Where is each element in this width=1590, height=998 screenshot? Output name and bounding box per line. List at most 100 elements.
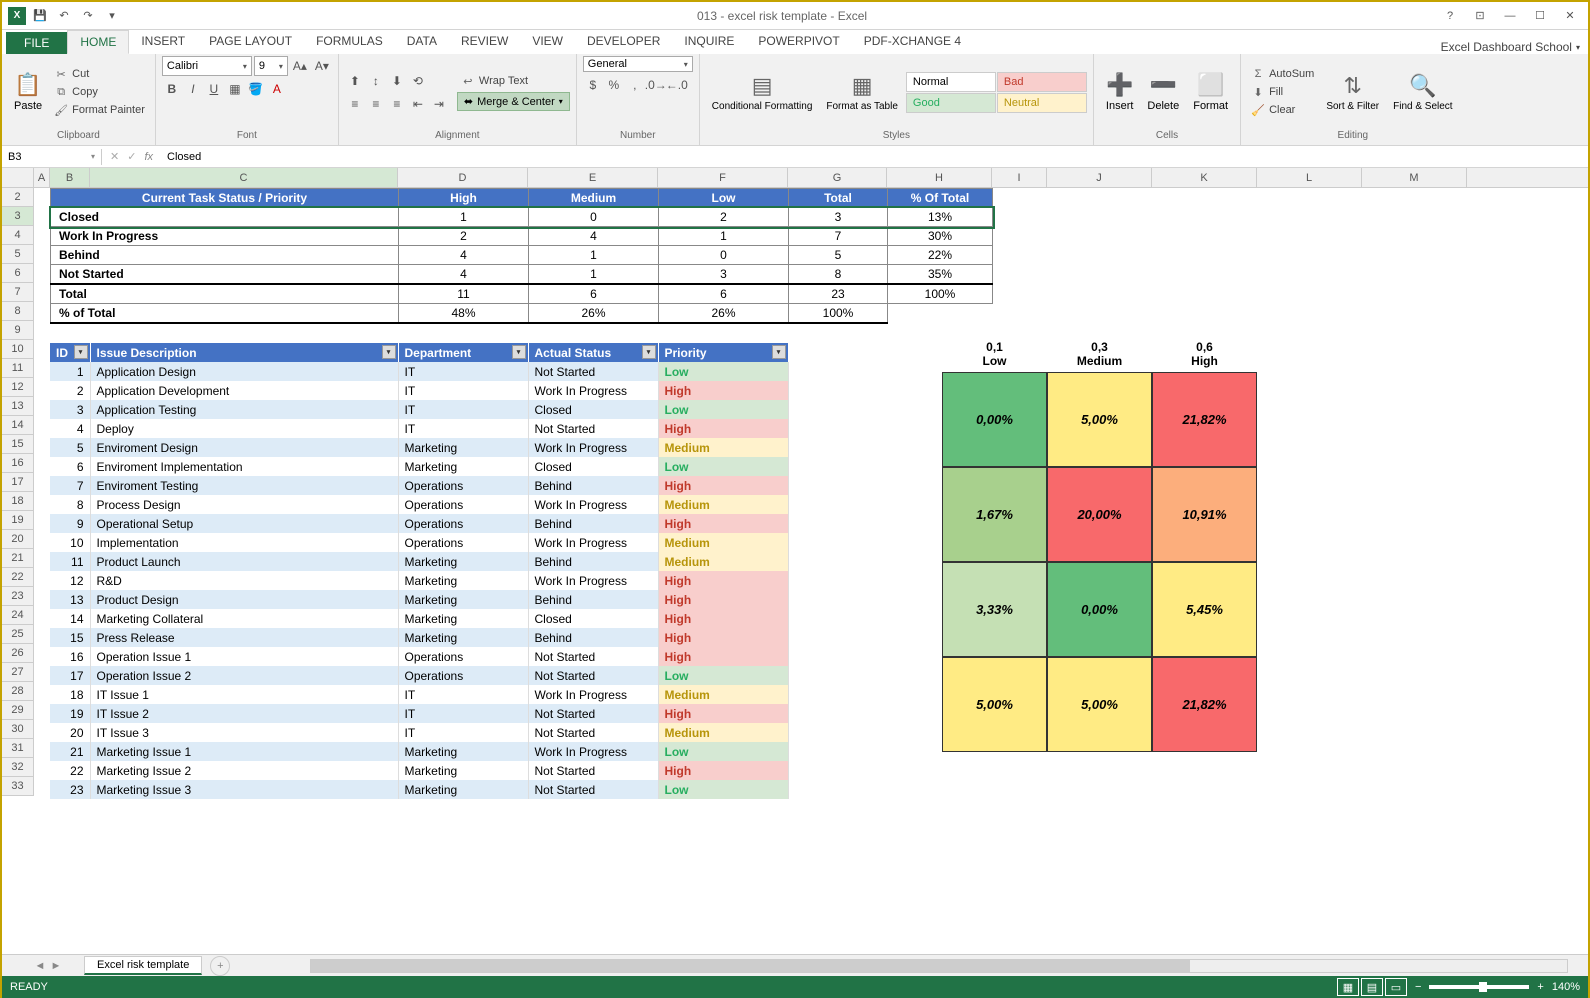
row-header-32[interactable]: 32	[2, 758, 34, 777]
issue-dept[interactable]: Marketing	[398, 457, 528, 476]
issue-priority[interactable]: Low	[658, 666, 788, 685]
issue-status[interactable]: Behind	[528, 476, 658, 495]
issue-status[interactable]: Work In Progress	[528, 742, 658, 761]
issue-priority[interactable]: Low	[658, 742, 788, 761]
col-header-K[interactable]: K	[1152, 168, 1257, 187]
borders-button[interactable]: ▦	[225, 79, 245, 99]
risk-cell[interactable]: 5,00%	[942, 657, 1047, 752]
ribbon-options-button[interactable]: ⊡	[1466, 6, 1494, 26]
issue-status[interactable]: Not Started	[528, 723, 658, 742]
row-header-20[interactable]: 20	[2, 530, 34, 549]
zoom-out-button[interactable]: −	[1415, 981, 1421, 993]
ribbon-tab-view[interactable]: VIEW	[520, 30, 575, 54]
formula-input[interactable]: Closed	[161, 149, 1588, 165]
worksheet-grid[interactable]: ABCDEFGHIJKLM 23456789101112131415161718…	[2, 168, 1588, 954]
row-header-4[interactable]: 4	[2, 226, 34, 245]
issue-dept[interactable]: IT	[398, 362, 528, 381]
status-cell[interactable]: Behind	[51, 246, 399, 265]
row-header-33[interactable]: 33	[2, 777, 34, 796]
issue-priority[interactable]: High	[658, 704, 788, 723]
issue-id[interactable]: 4	[50, 419, 90, 438]
issue-id[interactable]: 3	[50, 400, 90, 419]
close-button[interactable]: ✕	[1556, 6, 1584, 26]
col-header-B[interactable]: B	[50, 168, 90, 187]
issue-desc[interactable]: Enviroment Implementation	[90, 457, 398, 476]
enter-formula-icon[interactable]: ✓	[127, 150, 136, 163]
issue-priority[interactable]: High	[658, 381, 788, 400]
underline-button[interactable]: U	[204, 79, 224, 99]
cut-button[interactable]: ✂Cut	[50, 66, 149, 82]
sort-filter-button[interactable]: ⇅Sort & Filter	[1320, 59, 1385, 125]
col-header-J[interactable]: J	[1047, 168, 1152, 187]
clear-button[interactable]: 🧹Clear	[1247, 102, 1318, 118]
row-header-8[interactable]: 8	[2, 302, 34, 321]
cell-styles-gallery[interactable]: Normal Bad Good Neutral	[906, 72, 1087, 113]
row-header-3[interactable]: 3	[2, 207, 34, 226]
orientation-button[interactable]: ⟲	[408, 71, 428, 91]
find-select-button[interactable]: 🔍Find & Select	[1387, 59, 1458, 125]
accounting-format-button[interactable]: $	[583, 75, 603, 95]
qat-more-button[interactable]: ▾	[102, 6, 122, 26]
issue-status[interactable]: Not Started	[528, 780, 658, 799]
ribbon-tab-insert[interactable]: INSERT	[129, 30, 197, 54]
status-cell[interactable]: Work In Progress	[51, 227, 399, 246]
wrap-text-button[interactable]: ↩Wrap Text	[457, 73, 570, 89]
format-as-table-button[interactable]: ▦Format as Table	[820, 59, 904, 125]
col-header-H[interactable]: H	[887, 168, 992, 187]
font-color-button[interactable]: A	[267, 79, 287, 99]
sheet-nav-prev[interactable]: ◄	[32, 960, 48, 972]
italic-button[interactable]: I	[183, 79, 203, 99]
row-header-7[interactable]: 7	[2, 283, 34, 302]
bold-button[interactable]: B	[162, 79, 182, 99]
issue-priority[interactable]: High	[658, 571, 788, 590]
risk-cell[interactable]: 0,00%	[1047, 562, 1152, 657]
file-tab[interactable]: FILE	[6, 32, 67, 54]
issue-priority[interactable]: High	[658, 514, 788, 533]
style-normal[interactable]: Normal	[906, 72, 996, 92]
conditional-formatting-button[interactable]: ▤Conditional Formatting	[706, 59, 819, 125]
risk-cell[interactable]: 21,82%	[1152, 372, 1257, 467]
row-header-16[interactable]: 16	[2, 454, 34, 473]
row-header-17[interactable]: 17	[2, 473, 34, 492]
align-bottom-button[interactable]: ⬇	[387, 71, 407, 91]
row-header-24[interactable]: 24	[2, 606, 34, 625]
format-painter-button[interactable]: 🖌Format Painter	[50, 102, 149, 118]
status-cell[interactable]: Not Started	[51, 265, 399, 285]
col-header-D[interactable]: D	[398, 168, 528, 187]
risk-cell[interactable]: 10,91%	[1152, 467, 1257, 562]
copy-button[interactable]: ⧉Copy	[50, 84, 149, 100]
issue-priority[interactable]: Medium	[658, 495, 788, 514]
issue-id[interactable]: 17	[50, 666, 90, 685]
issue-dept[interactable]: Marketing	[398, 552, 528, 571]
issue-dept[interactable]: IT	[398, 685, 528, 704]
row-header-23[interactable]: 23	[2, 587, 34, 606]
issue-status[interactable]: Work In Progress	[528, 381, 658, 400]
account-link[interactable]: Excel Dashboard School▾	[1441, 40, 1588, 54]
issue-priority[interactable]: Medium	[658, 685, 788, 704]
col-header-M[interactable]: M	[1362, 168, 1467, 187]
insert-cells-button[interactable]: ➕Insert	[1100, 59, 1140, 125]
risk-cell[interactable]: 0,00%	[942, 372, 1047, 467]
issue-desc[interactable]: Product Launch	[90, 552, 398, 571]
row-header-14[interactable]: 14	[2, 416, 34, 435]
redo-button[interactable]: ↷	[78, 6, 98, 26]
issue-id[interactable]: 23	[50, 780, 90, 799]
ribbon-tab-home[interactable]: HOME	[67, 30, 129, 54]
sheet-tab-active[interactable]: Excel risk template	[84, 956, 202, 975]
row-header-28[interactable]: 28	[2, 682, 34, 701]
issue-desc[interactable]: IT Issue 1	[90, 685, 398, 704]
issue-dept[interactable]: Operations	[398, 514, 528, 533]
issue-id[interactable]: 16	[50, 647, 90, 666]
issue-status[interactable]: Not Started	[528, 647, 658, 666]
font-name-combo[interactable]: Calibri▾	[162, 56, 252, 76]
issue-desc[interactable]: Operational Setup	[90, 514, 398, 533]
issue-id[interactable]: 11	[50, 552, 90, 571]
issue-desc[interactable]: Application Testing	[90, 400, 398, 419]
align-center-button[interactable]: ≡	[366, 94, 386, 114]
issue-priority[interactable]: Low	[658, 457, 788, 476]
undo-button[interactable]: ↶	[54, 6, 74, 26]
save-button[interactable]: 💾	[30, 6, 50, 26]
fill-color-button[interactable]: 🪣	[246, 79, 266, 99]
row-header-13[interactable]: 13	[2, 397, 34, 416]
col-header-A[interactable]: A	[34, 168, 50, 187]
